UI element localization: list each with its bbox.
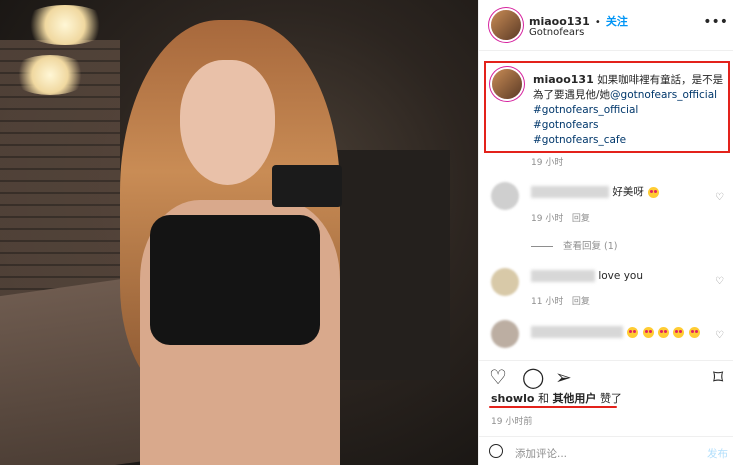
follow-button[interactable]: 关注 [606,15,628,28]
heart-eyes-emoji-icon [673,326,685,338]
commenter-avatar[interactable] [491,320,519,348]
heart-eyes-emoji-icon [688,326,700,338]
comment-like-heart-icon[interactable]: ♡ [715,192,724,203]
like-heart-icon[interactable]: ♡ [489,367,507,387]
ceiling-lamp [20,5,110,45]
reply-button[interactable]: 回复 [572,214,590,224]
heart-eyes-emoji-icon [658,326,670,338]
caption-mention[interactable]: @gotnofears_official [610,89,717,101]
blurred-username[interactable] [531,186,609,198]
reply-button[interactable]: 回复 [572,297,590,307]
coffee-cup [272,165,342,207]
caption-username[interactable]: miaoo131 [533,73,594,86]
heart-eyes-emoji-icon [648,186,660,198]
liker-username[interactable]: showlo [491,392,534,405]
comment-like-heart-icon[interactable]: ♡ [715,276,724,287]
heart-eyes-emoji-icon [627,326,639,338]
comment-text [531,326,700,338]
divider-line [531,246,553,247]
person-top [150,215,320,345]
comment-time: 19 小时 [531,214,564,224]
comment-body: 好美呀 [612,186,644,198]
comment-input[interactable]: 添加评论... [515,446,567,461]
comment-bubble-icon[interactable]: ◯ [522,367,544,387]
likes-suffix: 赞了 [599,392,622,405]
likes-line: showlo 和 其他用户 赞了 [491,390,622,406]
likes-and: 和 [537,392,549,405]
blurred-username[interactable] [531,326,623,338]
caption-time: 19 小时 [531,158,564,168]
post-header: miaoo131 • 关注 Gotnofears ••• [479,0,733,51]
likes-highlight-underline [489,406,617,408]
add-comment-bar: 添加评论... 发布 [479,436,733,466]
commenter-avatar[interactable] [491,268,519,296]
post-side-panel: miaoo131 • 关注 Gotnofears ••• miaoo131 如果… [478,0,733,465]
view-replies-button[interactable]: 查看回复 (1) [531,238,617,252]
post-time: 19 小时前 [491,417,533,427]
comment-time: 11 小时 [531,297,564,307]
comment-like-heart-icon[interactable]: ♡ [715,330,724,341]
caption-text: miaoo131 如果咖啡裡有童話，是不是為了要遇見他/她@gotnofears… [533,72,725,148]
comment-text: love you [531,270,643,282]
ceiling-lamp [10,55,90,95]
comment-item: love you 11 小时 回复 ♡ [479,266,733,314]
view-replies-label: 查看回复 (1) [563,241,618,252]
separator-dot: • [594,17,601,28]
commenter-avatar[interactable] [491,182,519,210]
hashtag[interactable]: #gotnofears_cafe [533,133,725,148]
post-photo[interactable] [0,0,478,465]
emoji-picker-icon[interactable] [489,444,503,458]
caption-highlight: miaoo131 如果咖啡裡有童話，是不是為了要遇見他/她@gotnofears… [484,61,730,153]
comment-body: love you [598,270,643,282]
hashtag[interactable]: #gotnofears [533,118,725,133]
more-horizontal-icon[interactable]: ••• [703,14,728,30]
person-face [180,60,275,185]
bookmark-icon[interactable]: ⌑ [713,367,723,387]
author-avatar[interactable] [491,10,521,40]
heart-eyes-emoji-icon [642,326,654,338]
action-bar: ♡ ◯ ➢ ⌑ [479,360,733,391]
hashtag[interactable]: #gotnofears_official [533,103,725,118]
post-comment-button[interactable]: 发布 [707,446,728,461]
comment-item: 好美呀 19 小时 回复 ♡ [479,180,733,228]
caption-avatar[interactable] [492,69,522,99]
location-link[interactable]: Gotnofears [529,27,584,38]
share-paper-plane-icon[interactable]: ➢ [555,367,572,387]
blurred-username[interactable] [531,270,595,282]
other-likers-link[interactable]: 其他用户 [552,392,596,405]
comment-text: 好美呀 [531,184,660,199]
